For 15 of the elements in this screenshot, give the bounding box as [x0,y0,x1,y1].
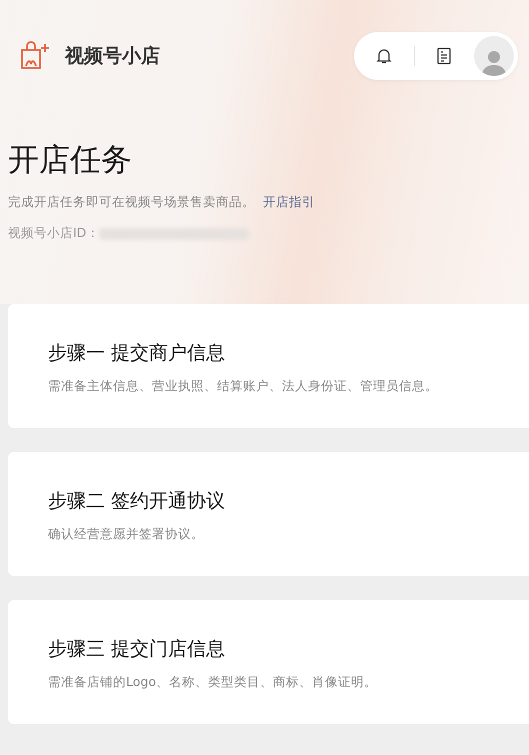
step-card[interactable]: 步骤三 提交门店信息 需准备店铺的Logo、名称、类型类目、商标、肖像证明。 [8,600,529,724]
page-title: 开店任务 [8,141,133,180]
step-title: 步骤三 提交门店信息 [48,637,226,662]
step-title: 步骤一 提交商户信息 [48,341,226,366]
guide-link[interactable]: 开店指引 [263,194,315,211]
shop-id-label: 视频号小店ID： [8,225,100,242]
step-description: 确认经营意愿并签署协议。 [48,526,205,543]
brand-name: 视频号小店 [65,44,160,69]
step-description: 需准备店铺的Logo、名称、类型类目、商标、肖像证明。 [48,674,378,691]
page-description: 完成开店任务即可在视频号场景售卖商品。 [8,194,255,211]
step-title: 步骤二 签约开通协议 [48,489,226,514]
step-card[interactable]: 步骤一 提交商户信息 需准备主体信息、营业执照、结算账户、法人身份证、管理员信息。 [8,304,529,428]
step-card[interactable]: 步骤二 签约开通协议 确认经营意愿并签署协议。 [8,452,529,576]
shopping-bag-logo [19,40,51,72]
step-description: 需准备主体信息、营业执照、结算账户、法人身份证、管理员信息。 [48,378,439,395]
